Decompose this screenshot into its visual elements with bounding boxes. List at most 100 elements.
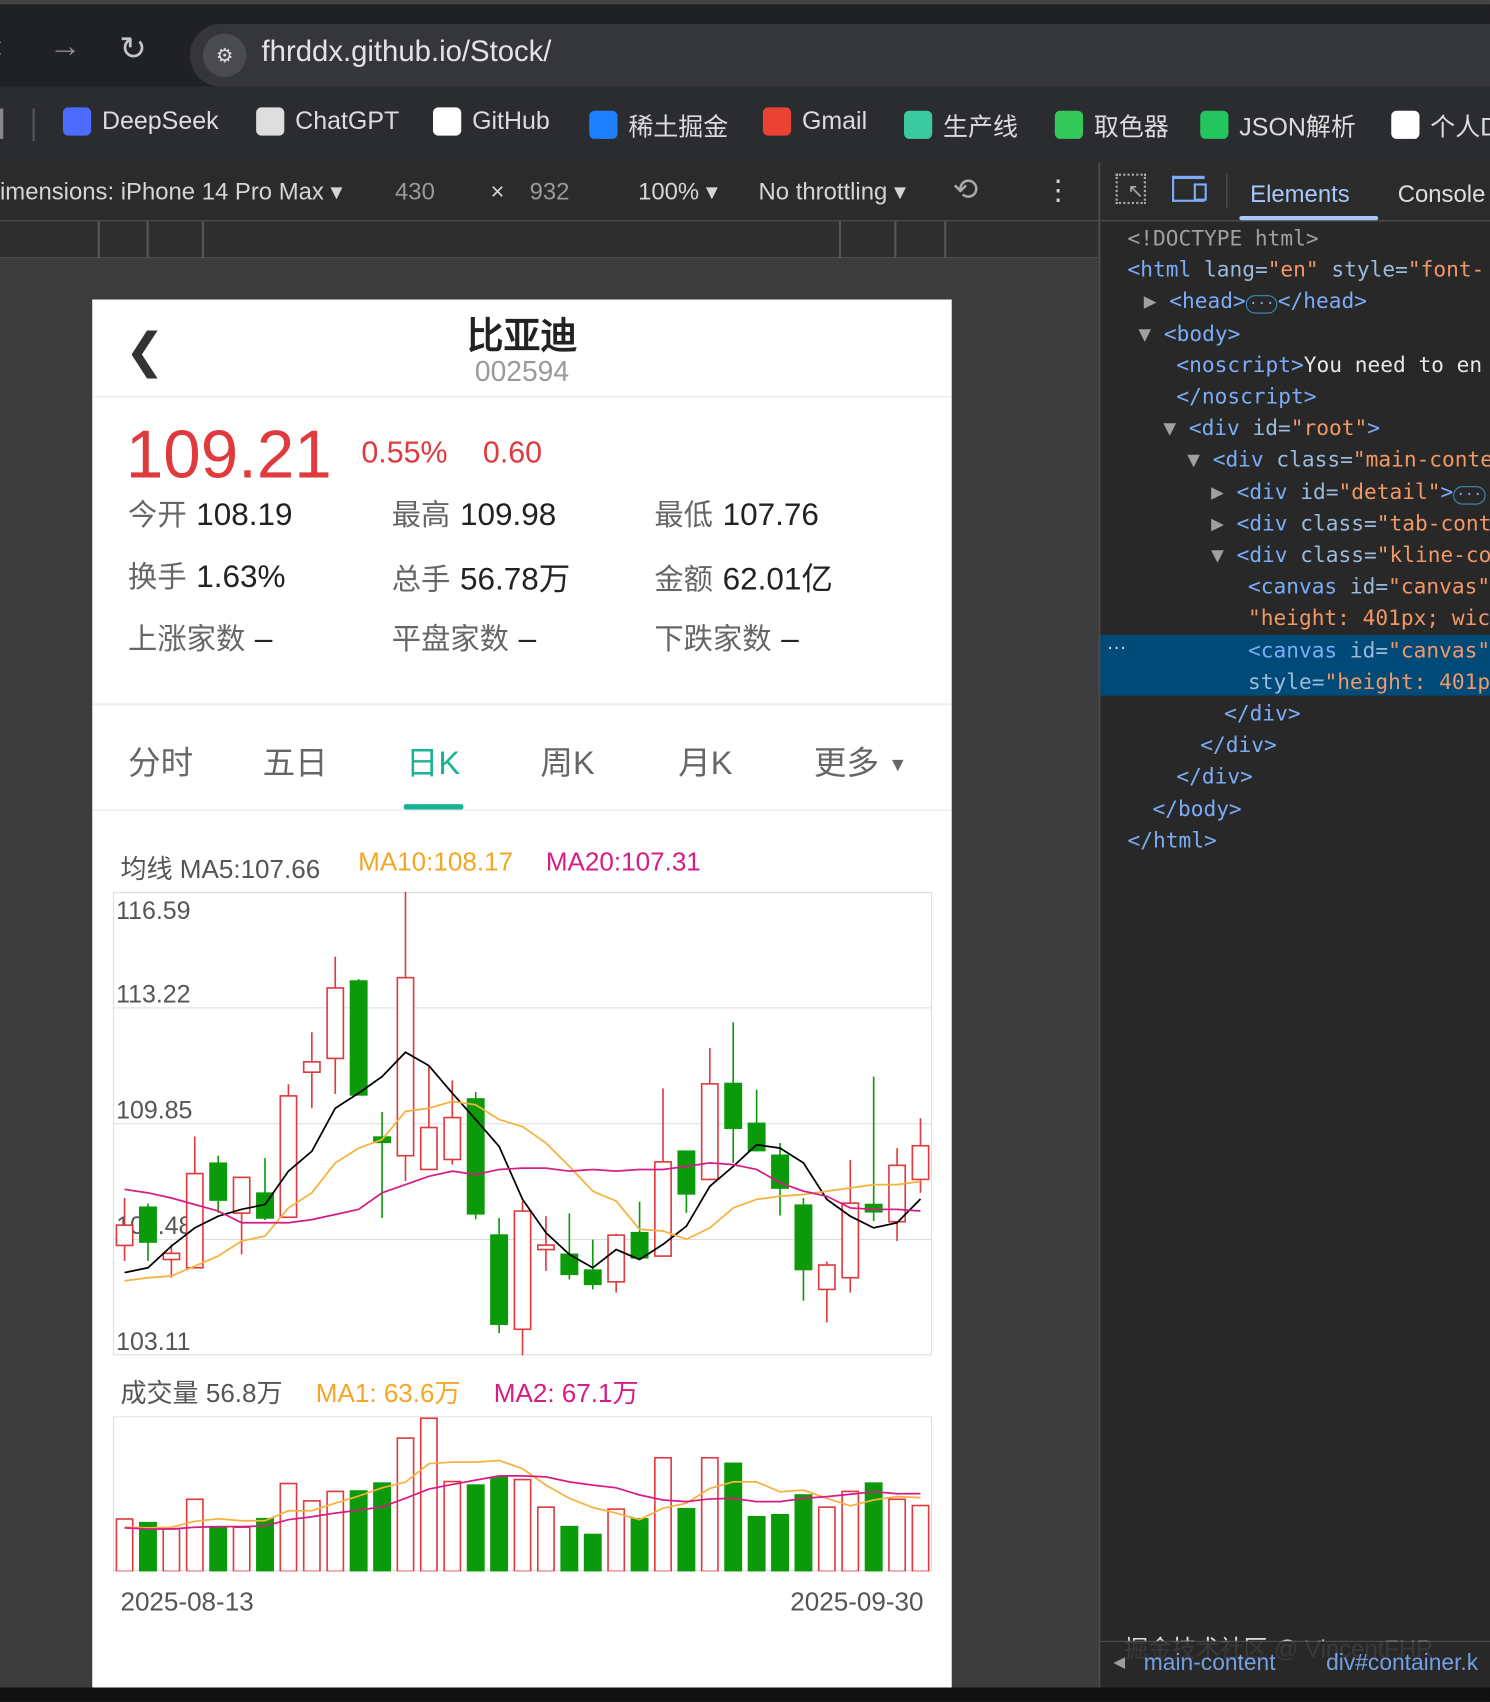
code-token: </div> bbox=[1176, 764, 1253, 790]
bookmark-label: DeepSeek bbox=[102, 106, 219, 135]
node-actions-icon[interactable]: ··· bbox=[1107, 636, 1127, 659]
stat-value: 56.78万 bbox=[460, 562, 571, 597]
tab-elements[interactable]: Elements bbox=[1250, 180, 1350, 208]
bookmark-deepseek[interactable]: DeepSeek bbox=[62, 106, 219, 136]
code-token: ··· bbox=[1453, 485, 1486, 505]
volume-bar bbox=[630, 1517, 649, 1572]
bookmark-label: GitHub bbox=[472, 106, 550, 135]
tab-3[interactable]: 周K bbox=[540, 736, 594, 784]
code-token: ▼ bbox=[1187, 447, 1213, 473]
breadcrumb-item[interactable]: main-content bbox=[1144, 1651, 1276, 1677]
back-icon[interactable]: ‹ bbox=[0, 28, 2, 65]
volume-bar bbox=[888, 1498, 907, 1572]
site-info-icon[interactable]: ⚙ bbox=[202, 33, 247, 78]
volume-bar bbox=[396, 1437, 415, 1572]
inspect-element-icon[interactable]: ↖ bbox=[1115, 173, 1146, 205]
code-token: id= bbox=[1252, 415, 1291, 441]
dom-node-line[interactable]: ▶ <div class="tab-cont bbox=[1211, 511, 1490, 536]
code-token: class= bbox=[1300, 510, 1377, 536]
stat-label: 最高 bbox=[391, 499, 451, 532]
tab-label: 月K bbox=[678, 745, 733, 782]
tab-console[interactable]: Console bbox=[1398, 180, 1486, 208]
code-token: <html bbox=[1127, 257, 1204, 283]
tab-5[interactable]: 更多 ▼ bbox=[814, 736, 908, 784]
zoom-select[interactable]: 100% ▾ bbox=[638, 178, 718, 206]
bookmark-github[interactable]: GitHub bbox=[432, 106, 550, 136]
bookmark-gmail[interactable]: Gmail bbox=[762, 106, 867, 136]
apps-icon[interactable] bbox=[0, 108, 4, 139]
volume-bar bbox=[443, 1480, 462, 1572]
bookmark-juejin[interactable]: 稀土掘金 bbox=[589, 106, 728, 143]
tab-label: 日K bbox=[405, 745, 461, 782]
volume-chart[interactable] bbox=[112, 1416, 933, 1572]
bookmark-label: 个人D bbox=[1430, 112, 1490, 142]
caret-down-icon: ▼ bbox=[888, 753, 908, 776]
bookmark-color-picker[interactable]: 取色器 bbox=[1054, 106, 1169, 143]
code-token: <div bbox=[1188, 415, 1253, 441]
chevron-down-icon: ▾ bbox=[330, 177, 343, 206]
code-token: ▼ bbox=[1138, 320, 1164, 346]
volume-bar bbox=[232, 1526, 251, 1572]
forward-icon[interactable]: → bbox=[49, 28, 82, 65]
bookmark-cat[interactable]: 个人D bbox=[1391, 106, 1490, 143]
dom-node-line[interactable]: ▶ <head> ··· </head> bbox=[1144, 289, 1367, 315]
volume-bar bbox=[864, 1482, 883, 1572]
dom-node-line[interactable]: <!DOCTYPE html> bbox=[1128, 226, 1319, 251]
divider bbox=[92, 396, 952, 398]
dom-node-line[interactable]: ▼ <div class="main-conte bbox=[1187, 448, 1490, 473]
dom-node-line[interactable]: <canvas id="canvas" bbox=[1248, 638, 1490, 663]
y-tick-label: 116.59 bbox=[116, 897, 190, 925]
bookmark-chart[interactable]: 生产线 bbox=[903, 106, 1018, 143]
rotate-icon[interactable]: ⟲ bbox=[953, 171, 978, 207]
dom-node-line[interactable]: </div> bbox=[1176, 764, 1252, 789]
chatgpt-icon bbox=[256, 106, 285, 136]
bookmark-json[interactable]: JSON解析 bbox=[1200, 106, 1356, 143]
dom-node-line[interactable]: "height: 401px; wic bbox=[1248, 606, 1490, 631]
stat-value: – bbox=[781, 621, 799, 657]
stat-label: 最低 bbox=[654, 499, 713, 532]
dom-node-line[interactable]: </html> bbox=[1128, 828, 1217, 853]
volume-bar bbox=[536, 1506, 555, 1572]
dom-node-line[interactable]: <html lang="en" style="font- bbox=[1128, 257, 1485, 282]
dom-node-line[interactable]: </div> bbox=[1224, 701, 1300, 726]
tab-4[interactable]: 月K bbox=[678, 736, 732, 784]
scroll-left-icon[interactable]: ◀ bbox=[1113, 1653, 1125, 1671]
devtools-tabs: ↖ Elements Console bbox=[1100, 162, 1490, 222]
device-toggle-icon[interactable] bbox=[1172, 175, 1207, 202]
tab-label: 五日 bbox=[262, 745, 328, 782]
dom-node-line[interactable]: </body> bbox=[1152, 796, 1241, 821]
dom-node-line[interactable]: ▼ <div class="kline-co bbox=[1211, 543, 1490, 568]
device-select[interactable]: imensions: iPhone 14 Pro Max ▾ bbox=[0, 178, 342, 206]
dom-node-line[interactable]: ▼ <div id="root"> bbox=[1163, 416, 1380, 441]
code-token: > bbox=[1440, 479, 1454, 505]
dom-node-line[interactable]: <canvas id="canvas" bbox=[1248, 574, 1490, 599]
width-input[interactable]: 430 bbox=[395, 178, 435, 206]
code-token: <canvas bbox=[1247, 574, 1350, 600]
dom-node-line[interactable]: </noscript> bbox=[1176, 384, 1316, 409]
tab-1[interactable]: 五日 bbox=[263, 736, 328, 784]
throttling-select[interactable]: No throttling ▾ bbox=[759, 178, 906, 206]
throttling-value: No throttling bbox=[758, 177, 888, 206]
code-token: </head> bbox=[1277, 289, 1367, 315]
dom-node-line[interactable]: <noscript>You need to en bbox=[1176, 352, 1482, 377]
tab-0[interactable]: 分时 bbox=[128, 736, 193, 784]
dom-node-line[interactable]: ▼ <body> bbox=[1138, 321, 1240, 346]
url-text[interactable]: fhrddx.github.io/Stock/ bbox=[262, 35, 552, 69]
candle-body bbox=[185, 1172, 204, 1269]
dom-node-line[interactable]: style="height: 401p bbox=[1248, 669, 1490, 694]
candle-body bbox=[654, 1161, 672, 1257]
breadcrumb-item[interactable]: div#container.k bbox=[1326, 1651, 1478, 1677]
deepseek-icon bbox=[62, 106, 92, 136]
candlestick-chart[interactable]: 116.59113.22109.85106.48103.11 bbox=[112, 892, 933, 1356]
reload-icon[interactable]: ↻ bbox=[119, 30, 146, 68]
more-options-icon[interactable]: ⋮ bbox=[1044, 174, 1072, 208]
tab-label: 周K bbox=[540, 745, 595, 782]
candle-body bbox=[349, 980, 368, 1096]
height-input[interactable]: 932 bbox=[530, 178, 570, 206]
bookmark-chatgpt[interactable]: ChatGPT bbox=[256, 106, 399, 136]
tab-2[interactable]: 日K bbox=[406, 736, 460, 784]
dom-node-line[interactable]: </div> bbox=[1200, 733, 1276, 758]
volume-bar bbox=[349, 1490, 368, 1572]
dom-node-line[interactable]: ▶ <div id="detail"> ··· bbox=[1211, 479, 1486, 505]
divider bbox=[32, 108, 35, 142]
